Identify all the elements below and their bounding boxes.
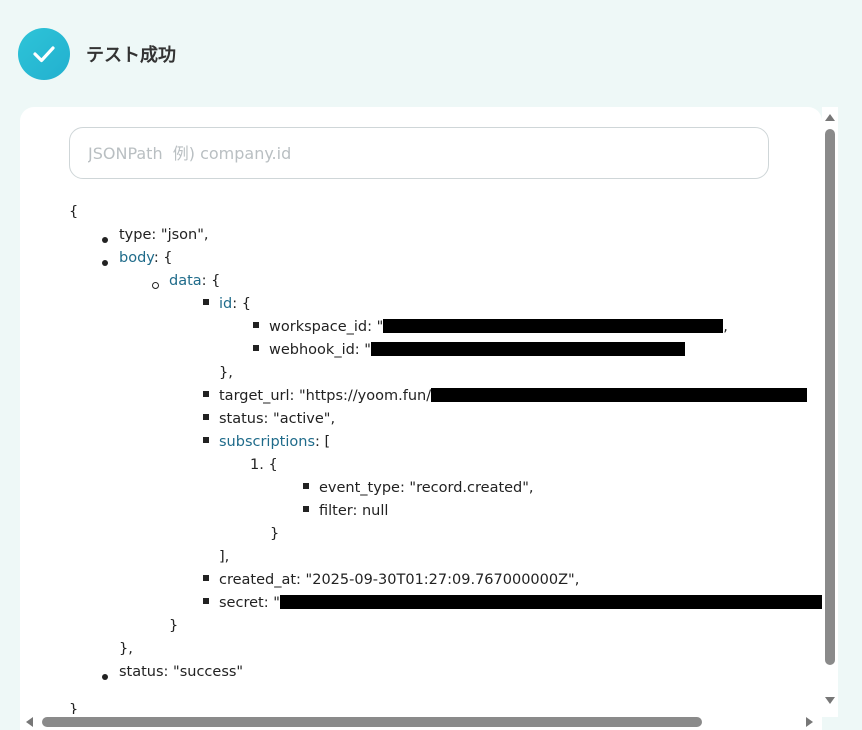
tree-status-success: status: "success" <box>119 664 244 680</box>
bullet-square <box>203 414 209 420</box>
json-result-panel: { type: "json", body: { data: { id: { wo… <box>20 107 822 717</box>
tree-open-brace: { <box>69 204 79 220</box>
tree-id: id: { <box>219 296 251 312</box>
tree-target-url: target_url: "https://yoom.fun/ <box>219 385 808 408</box>
subscriptions-key-toggle[interactable]: subscriptions <box>219 434 315 450</box>
redacted-block <box>431 388 808 402</box>
body-key-toggle[interactable]: body <box>119 250 154 266</box>
vertical-scrollbar[interactable] <box>822 107 838 717</box>
redacted-block <box>279 595 822 609</box>
tree-body-close: }, <box>119 641 133 657</box>
scroll-down-arrow-icon[interactable] <box>825 697 835 704</box>
vertical-scroll-thumb[interactable] <box>825 129 835 665</box>
bullet-dot <box>102 260 108 266</box>
tree-item-close: } <box>270 526 280 542</box>
tree-data: data: { <box>169 273 221 289</box>
bullet-dot <box>102 237 108 243</box>
test-success-title: テスト成功 <box>86 45 176 66</box>
tree-webhook-id: webhook_id: " <box>269 339 685 362</box>
scroll-left-arrow-icon[interactable] <box>26 717 33 727</box>
tree-status-active: status: "active", <box>219 411 336 427</box>
tree-type: type: "json", <box>119 227 209 243</box>
tree-created-at: created_at: "2025-09-30T01:27:09.7670000… <box>219 572 580 588</box>
bullet-square <box>253 345 259 351</box>
bullet-square <box>203 299 209 305</box>
tree-subscriptions-close: ], <box>219 549 230 565</box>
jsonpath-search-input[interactable] <box>69 127 769 179</box>
tree-filter: filter: null <box>319 503 389 519</box>
tree-id-close: }, <box>219 365 233 381</box>
tree-data-close: } <box>169 618 179 634</box>
data-key-toggle[interactable]: data <box>169 273 202 289</box>
bullet-square <box>303 483 309 489</box>
redacted-block <box>383 319 724 333</box>
horizontal-scrollbar[interactable] <box>20 714 822 730</box>
bullet-square <box>203 598 209 604</box>
result-header: テスト成功 <box>18 28 176 80</box>
horizontal-scroll-thumb[interactable] <box>42 717 702 727</box>
bullet-square <box>203 437 209 443</box>
tree-subscriptions: subscriptions: [ <box>219 434 331 450</box>
id-key-toggle[interactable]: id <box>219 296 232 312</box>
bullet-square <box>203 391 209 397</box>
bullet-ring <box>152 282 159 289</box>
tree-event-type: event_type: "record.created", <box>319 480 534 496</box>
tree-workspace-id: workspace_id: ", <box>269 319 728 335</box>
bullet-square <box>203 575 209 581</box>
tree-body: body: { <box>119 250 173 266</box>
tree-list-item-1: 1. { <box>250 457 278 473</box>
scroll-up-arrow-icon[interactable] <box>825 114 835 121</box>
bullet-square <box>303 506 309 512</box>
bullet-square <box>253 322 259 328</box>
redacted-block <box>370 342 685 356</box>
scroll-right-arrow-icon[interactable] <box>806 717 813 727</box>
tree-secret: secret: " <box>219 592 822 615</box>
check-circle-icon <box>18 28 70 80</box>
bullet-dot <box>102 674 108 680</box>
